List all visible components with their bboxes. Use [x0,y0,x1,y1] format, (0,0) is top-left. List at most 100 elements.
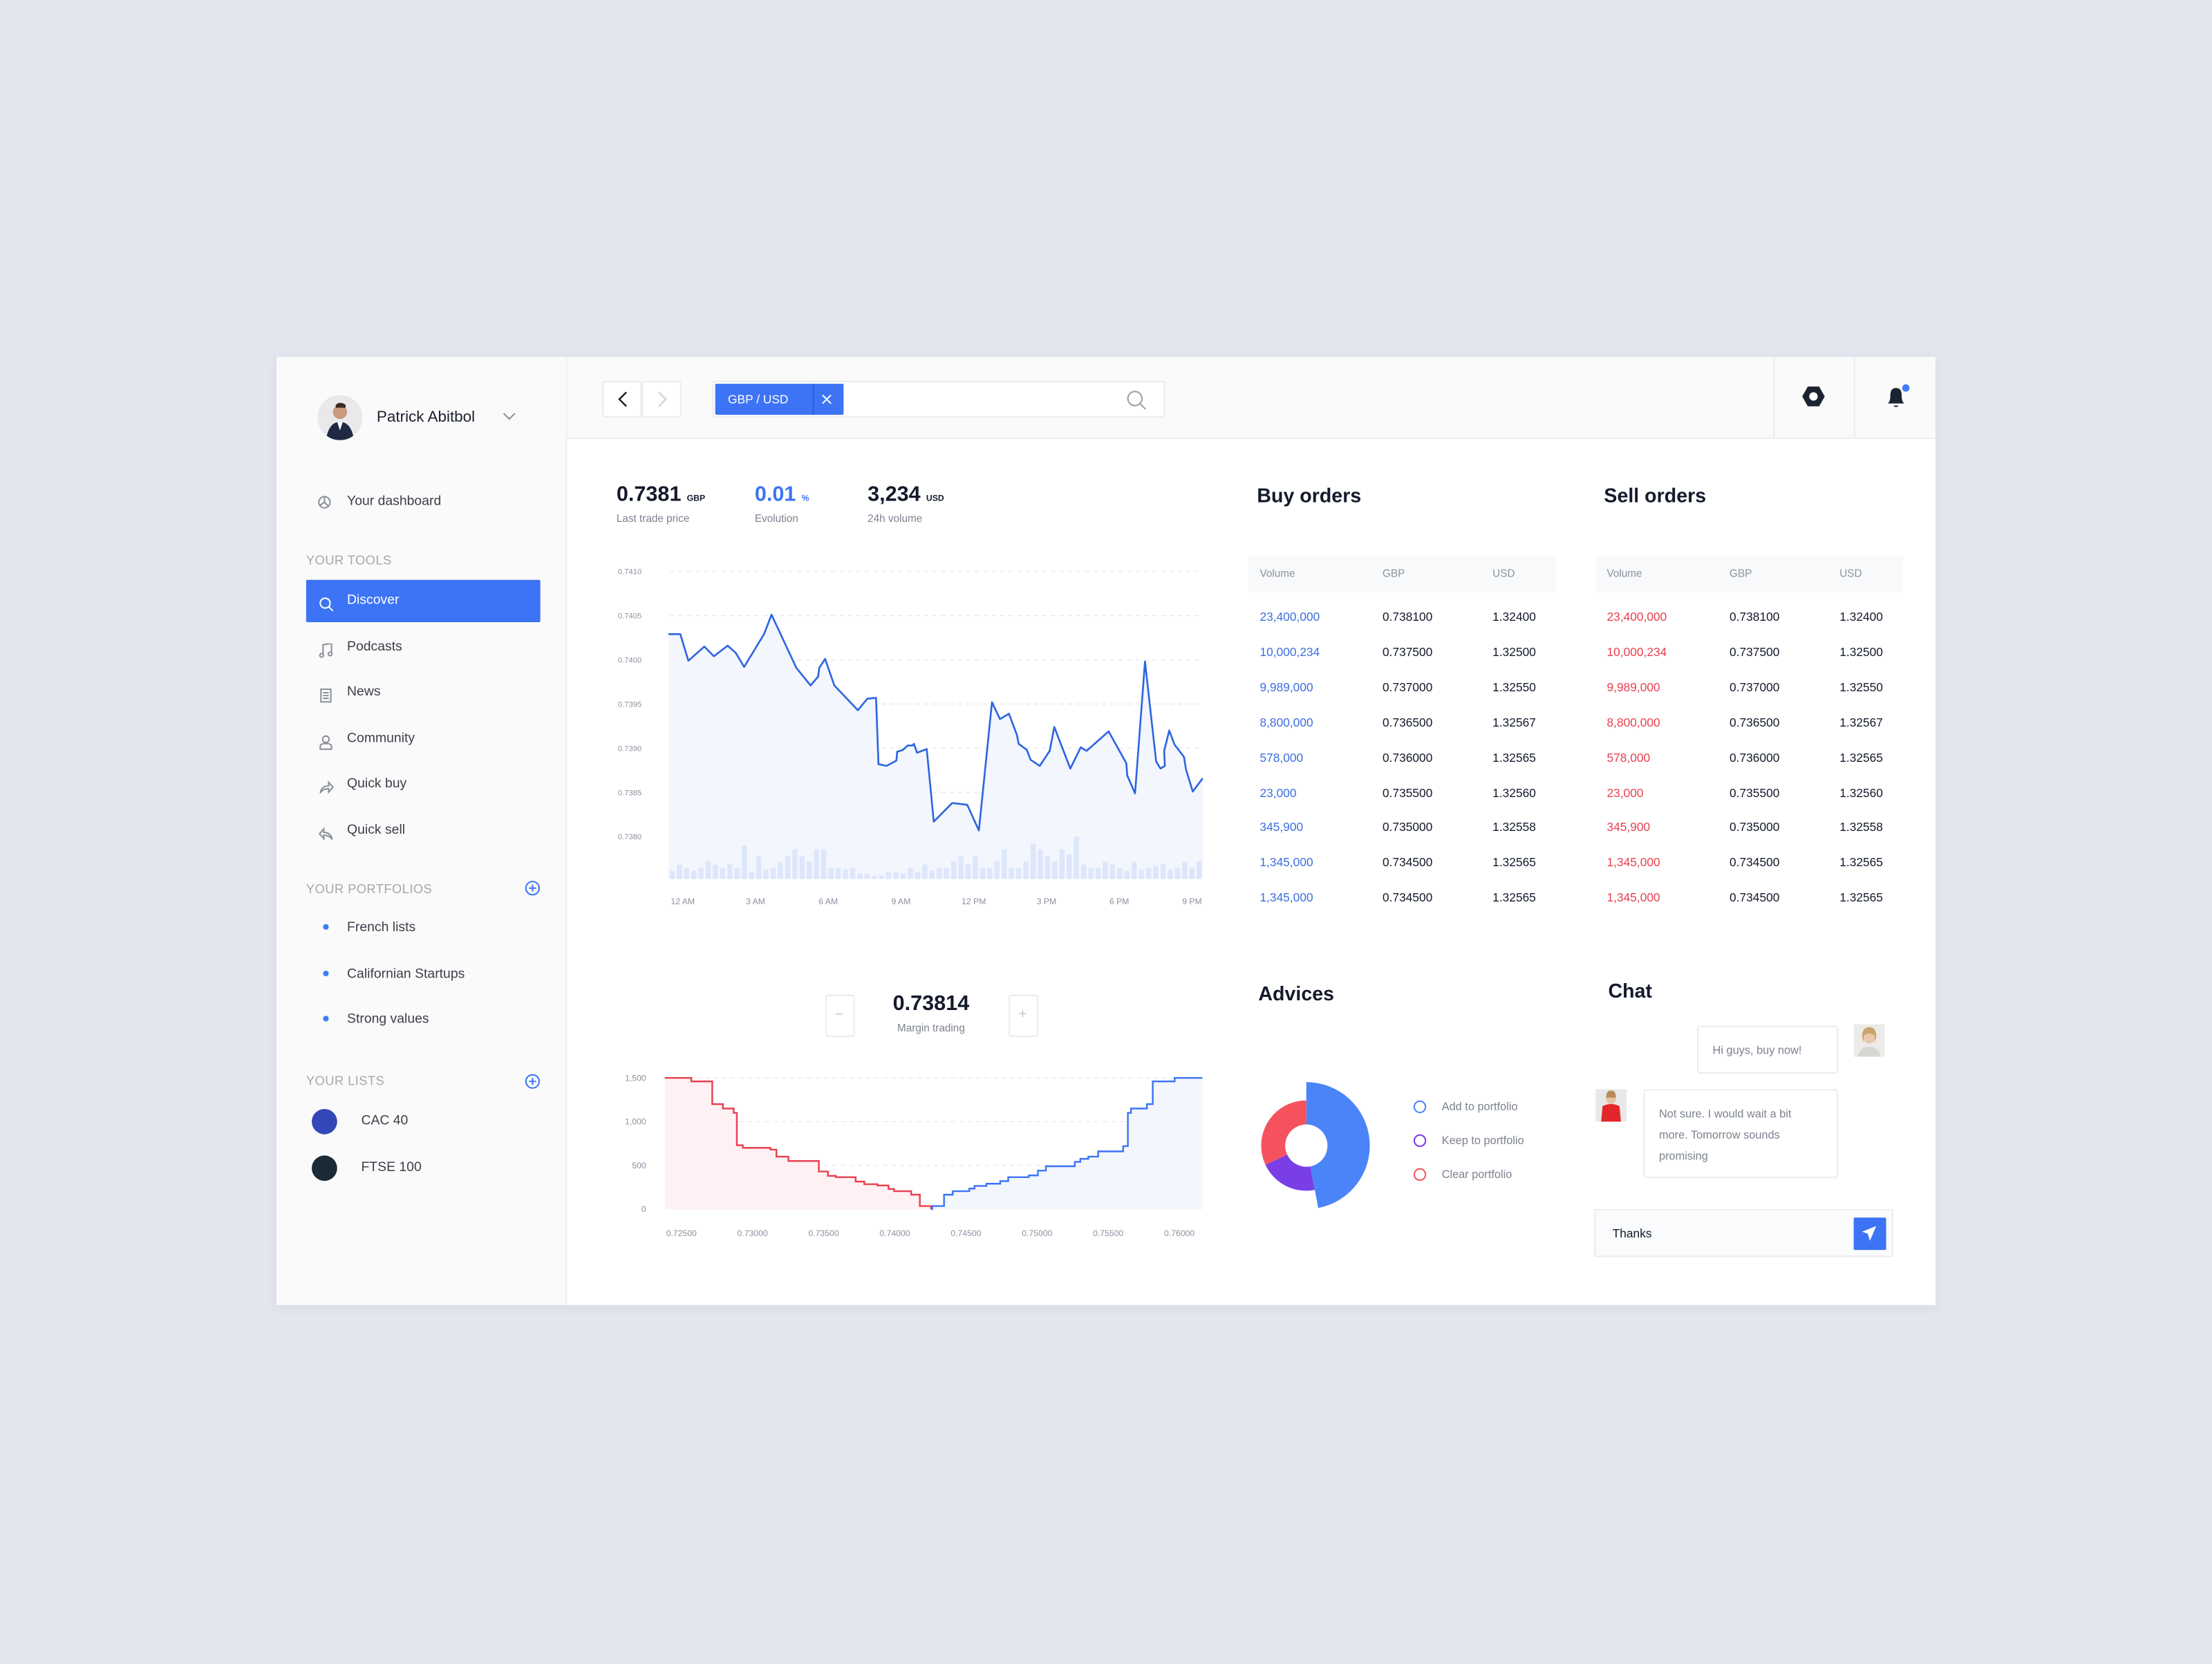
table-row[interactable]: 345,900 0.735000 1.32558 [1248,817,1556,840]
chat-message-text: Not sure. I would wait a bit more. Tomor… [1658,1107,1792,1163]
sidebar-item-label: Discover [347,592,400,608]
user-name[interactable]: Patrick Abitbol [377,408,475,428]
column-header[interactable]: Volume [1259,567,1295,581]
gbp-cell: 0.734500 [1382,855,1433,870]
table-row[interactable]: 10,000,234 0.737500 1.32500 [1595,642,1903,664]
table-row[interactable]: 23,400,000 0.738100 1.32400 [1248,607,1556,630]
person-photo-icon [1857,1027,1881,1057]
list-item[interactable]: FTSE 100 [361,1159,421,1179]
stat-2: 3,234 USD 24h volume [868,483,944,526]
usd-cell: 1.32565 [1492,855,1536,870]
table-row[interactable]: 1,345,000 0.734500 1.32565 [1595,888,1903,910]
gbp-cell: 0.736500 [1382,715,1433,729]
chat-message-text: Hi guys, buy now! [1712,1044,1802,1057]
table-row[interactable]: 9,989,000 0.737000 1.32550 [1248,677,1556,700]
pair-tag[interactable]: GBP / USD [715,384,844,415]
usd-cell: 1.32558 [1839,820,1883,834]
gbp-cell: 0.735500 [1382,785,1433,800]
table-row[interactable]: 345,900 0.735000 1.32558 [1595,817,1903,840]
volume-cell: 23,400,000 [1259,609,1320,624]
usd-cell: 1.32400 [1839,609,1883,624]
column-header[interactable]: USD [1839,567,1862,581]
portfolio-item[interactable]: Californian Startups [347,965,465,985]
column-header[interactable]: USD [1492,567,1515,581]
portfolios-heading: YOUR PORTFOLIOS [306,881,433,896]
chat-title: Chat [1608,979,1653,1002]
chevron-down-icon[interactable] [503,412,516,422]
table-row[interactable]: 8,800,000 0.736500 1.32567 [1595,712,1903,735]
table-row[interactable]: 8,800,000 0.736500 1.32567 [1248,712,1556,735]
table-row[interactable]: 1,345,000 0.734500 1.32565 [1248,852,1556,875]
volume-cell: 345,900 [1259,820,1304,834]
chat-message: Not sure. I would wait a bit more. Tomor… [1643,1089,1839,1179]
chat-input[interactable]: Thanks [1594,1208,1893,1258]
stat-value: 0.01 [754,482,796,507]
table-row[interactable]: 1,345,000 0.734500 1.32565 [1595,852,1903,875]
sidebar-item-quick-sell[interactable]: Quick sell [347,821,405,841]
table-row[interactable]: 578,000 0.736000 1.32565 [1248,747,1556,770]
add-portfolio-plus-circle-icon[interactable] [525,880,541,896]
volume-cell: 23,000 [1606,785,1644,800]
forward-button[interactable] [641,381,682,418]
gbp-cell: 0.738100 [1730,609,1780,624]
gbp-cell: 0.737500 [1730,644,1780,659]
column-header[interactable]: GBP [1730,567,1752,581]
column-header[interactable]: GBP [1382,567,1405,581]
table-row[interactable]: 1,345,000 0.734500 1.32565 [1248,888,1556,910]
gbp-cell: 0.736000 [1730,749,1780,765]
usd-cell: 1.32565 [1492,749,1536,765]
chat-avatar [1595,1089,1627,1122]
legend-ring-icon [1413,1134,1427,1148]
chat-avatar [1853,1024,1885,1057]
stat-value: 3,234 [868,482,921,507]
table-row[interactable]: 23,400,000 0.738100 1.32400 [1595,607,1903,630]
gbp-cell: 0.734500 [1730,855,1780,870]
reply-icon [318,824,334,850]
avatar[interactable] [317,395,363,440]
close-icon[interactable] [821,393,832,404]
gbp-cell: 0.735500 [1730,785,1780,800]
stat-unit: % [801,495,809,504]
chevron-left-icon [618,391,627,407]
sidebar-item-podcasts[interactable]: Podcasts [347,637,402,657]
table-row[interactable]: 578,000 0.736000 1.32565 [1595,747,1903,770]
table-row[interactable]: 23,000 0.735500 1.32560 [1595,783,1903,805]
sidebar-item-dashboard[interactable]: Your dashboard [347,492,441,512]
stat-label: 24h volume [868,512,923,525]
table-row[interactable]: 9,989,000 0.737000 1.32550 [1595,677,1903,700]
usd-cell: 1.32560 [1839,785,1883,800]
legend-item[interactable]: Clear portfolio [1442,1167,1512,1182]
list-color-dot-icon [312,1155,337,1181]
legend-item[interactable]: Add to portfolio [1442,1099,1518,1114]
table-row[interactable]: 10,000,234 0.737500 1.32500 [1248,642,1556,664]
lists-heading: YOUR LISTS [306,1074,385,1088]
portfolio-item[interactable]: French lists [347,919,415,939]
add-list-plus-circle-icon[interactable] [525,1074,541,1089]
volume-cell: 1,345,000 [1259,855,1313,870]
search-icon[interactable] [1126,389,1147,411]
search-icon [319,594,334,619]
sidebar-item-quick-buy[interactable]: Quick buy [347,774,406,794]
chevron-right-icon [658,391,667,407]
increase-button[interactable]: + [1009,994,1039,1037]
settings-hexagon-icon[interactable] [1801,385,1826,408]
header-divider [1853,357,1855,438]
legend-item[interactable]: Keep to portfolio [1442,1133,1524,1148]
column-header[interactable]: Volume [1606,567,1642,581]
stat-0: 0.7381 GBP Last trade price [617,483,705,526]
sidebar-item-discover[interactable]: Discover [306,579,541,622]
sell-orders-title: Sell orders [1604,483,1707,507]
back-button[interactable] [602,381,642,418]
sidebar-item-community[interactable]: Community [347,729,415,749]
legend-ring-icon [1413,1168,1427,1181]
plus-icon: + [1018,1007,1027,1023]
notification-bell-icon[interactable] [1883,381,1911,409]
table-row[interactable]: 23,000 0.735500 1.32560 [1248,783,1556,805]
list-item[interactable]: CAC 40 [361,1112,408,1132]
portfolio-item[interactable]: Strong values [347,1010,429,1030]
margin-label: Margin trading [897,1021,965,1034]
sidebar-item-news[interactable]: News [347,683,381,703]
decrease-button[interactable]: − [825,994,855,1037]
volume-cell: 345,900 [1606,820,1651,834]
send-button[interactable] [1853,1217,1886,1251]
